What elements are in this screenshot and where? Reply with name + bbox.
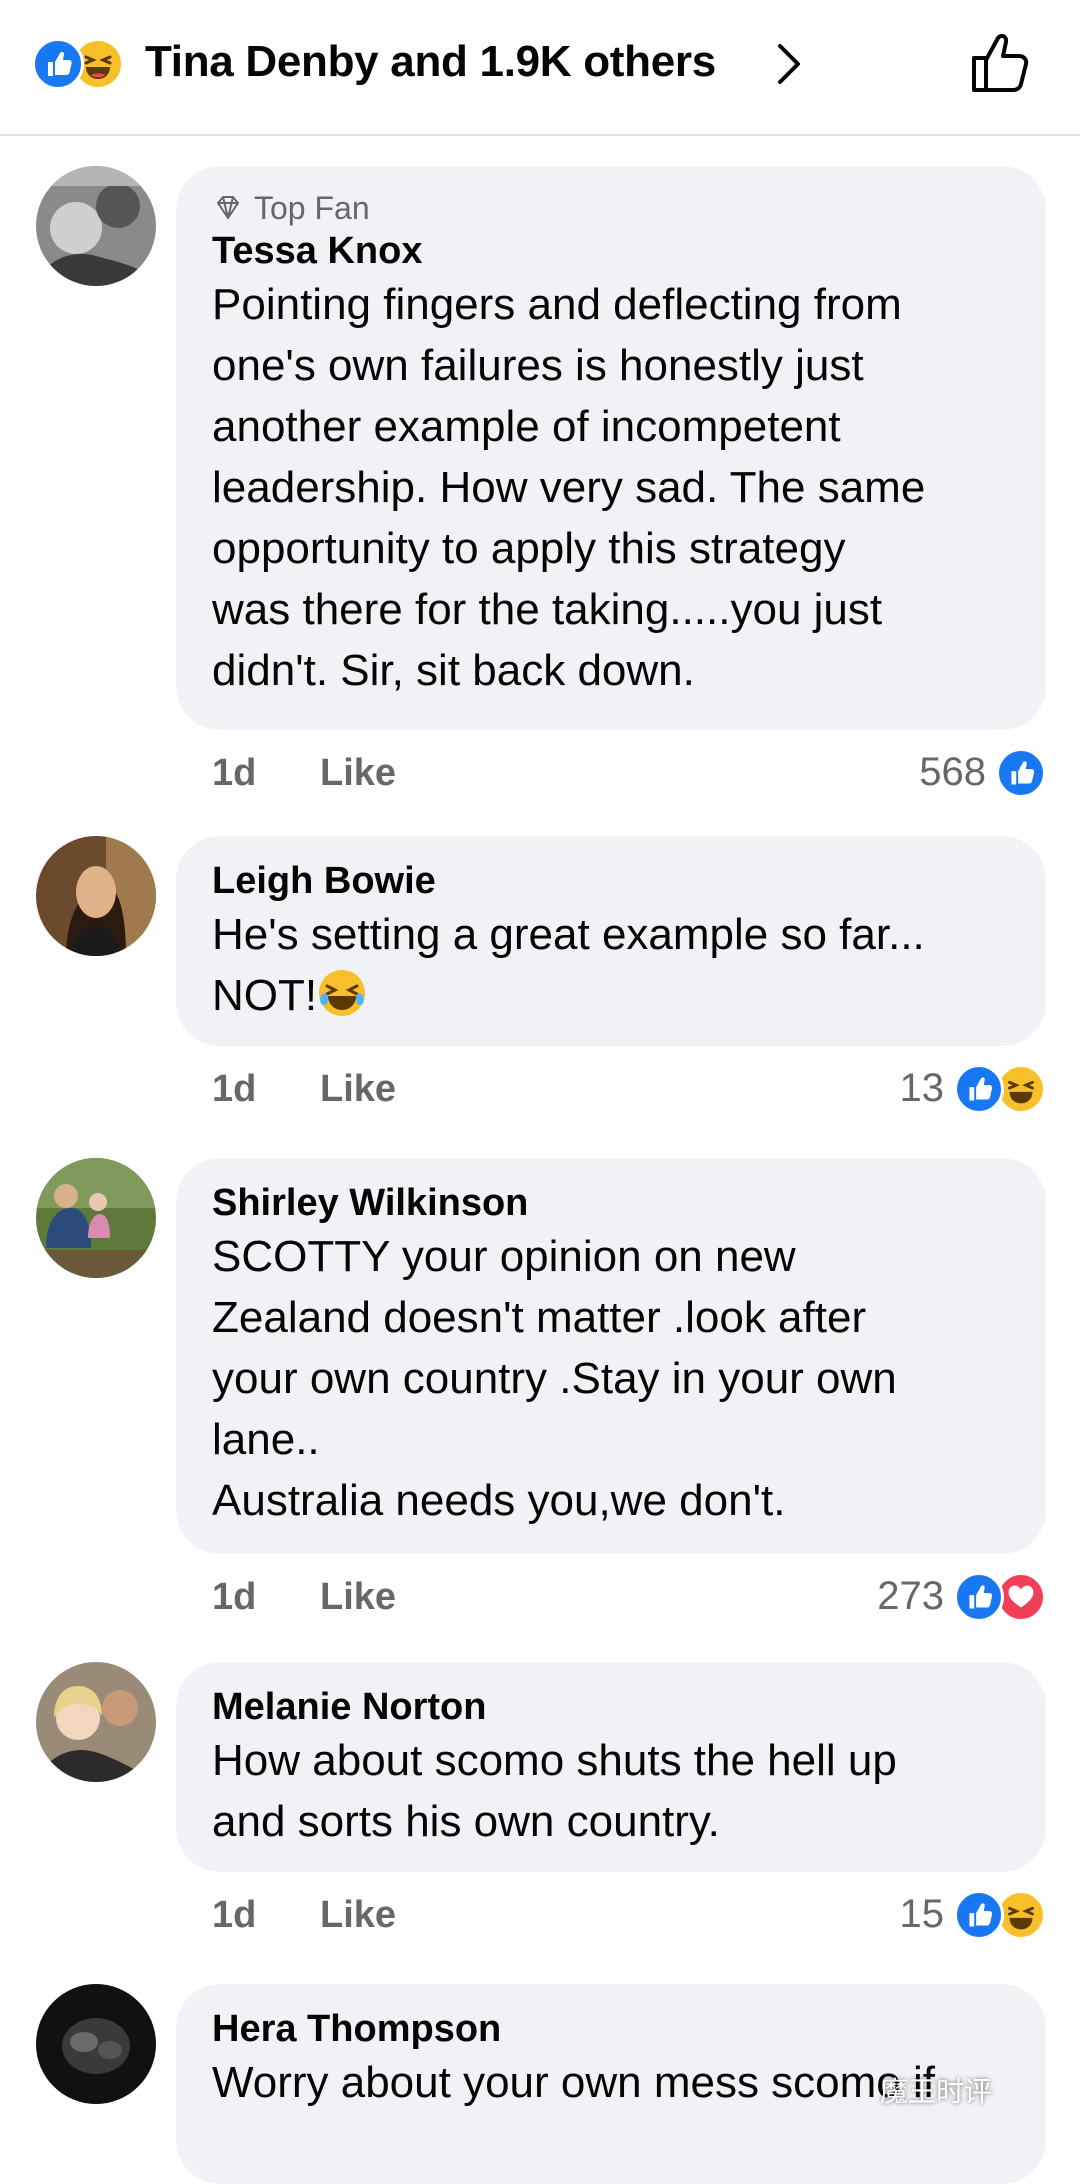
comment-text: He's setting a great example so far... N… <box>212 904 1012 1026</box>
avatar[interactable] <box>36 166 156 286</box>
comment-time[interactable]: 1d <box>212 1576 256 1619</box>
comment-time[interactable]: 1d <box>212 1894 256 1937</box>
like-icon <box>954 1890 1004 1940</box>
reaction-count-value: 15 <box>899 1891 945 1936</box>
comment-bubble: Shirley Wilkinson SCOTTY your opinion on… <box>176 1158 1046 1554</box>
reaction-count-value: 273 <box>877 1573 944 1618</box>
watermark: 魔王时评 <box>880 2075 993 2108</box>
reaction-count-value: 13 <box>899 1065 945 1110</box>
avatar[interactable] <box>36 1158 156 1278</box>
top-fan-badge: Top Fan <box>212 188 1012 228</box>
like-icon <box>954 1572 1004 1622</box>
chevron-right-icon[interactable] <box>772 40 808 88</box>
badge-label: Top Fan <box>254 190 370 226</box>
like-button[interactable]: Like <box>320 752 396 795</box>
like-button[interactable]: Like <box>320 1068 396 1111</box>
diamond-icon <box>217 196 239 219</box>
like-icon <box>954 1064 1004 1114</box>
comment-author[interactable]: Melanie Norton <box>212 1684 1012 1730</box>
like-icon <box>32 38 84 90</box>
reaction-count[interactable]: 273 <box>877 1570 1046 1622</box>
reactions-header[interactable]: Tina Denby and 1.9K others <box>0 0 1080 136</box>
comment-text: SCOTTY your opinion on new Zealand doesn… <box>212 1232 897 1525</box>
avatar[interactable] <box>36 1984 156 2104</box>
comment-author[interactable]: Shirley Wilkinson <box>212 1180 1012 1226</box>
reaction-icons <box>32 38 132 90</box>
reaction-count-value: 568 <box>919 749 986 794</box>
reaction-count[interactable]: 568 <box>919 746 1046 798</box>
avatar[interactable] <box>36 836 156 956</box>
comment-author[interactable]: Leigh Bowie <box>212 858 1012 904</box>
reactors-label[interactable]: Tina Denby and 1.9K others <box>145 36 716 88</box>
like-button[interactable]: Like <box>320 1576 396 1619</box>
comment-bubble: Top Fan Tessa Knox Pointing fingers and … <box>176 166 1046 730</box>
reaction-count[interactable]: 15 <box>899 1888 1046 1940</box>
comment-bubble: Melanie Norton How about scomo shuts the… <box>176 1662 1046 1872</box>
comment-bubble: Leigh Bowie He's setting a great example… <box>176 836 1046 1046</box>
comment-text: How about scomo shuts the hell up and so… <box>212 1736 897 1846</box>
thumbs-up-icon[interactable] <box>968 30 1032 96</box>
like-icon <box>996 748 1046 798</box>
comment-text: Pointing fingers and deflecting from one… <box>212 280 926 695</box>
comment-time[interactable]: 1d <box>212 752 256 795</box>
comment-time[interactable]: 1d <box>212 1068 256 1111</box>
laughing-emoji-icon <box>319 970 366 1016</box>
avatar[interactable] <box>36 1662 156 1782</box>
comment-author[interactable]: Hera Thompson <box>212 2006 1012 2052</box>
comment-author[interactable]: Tessa Knox <box>212 228 1012 274</box>
like-button[interactable]: Like <box>320 1894 396 1937</box>
reaction-count[interactable]: 13 <box>899 1062 1046 1114</box>
